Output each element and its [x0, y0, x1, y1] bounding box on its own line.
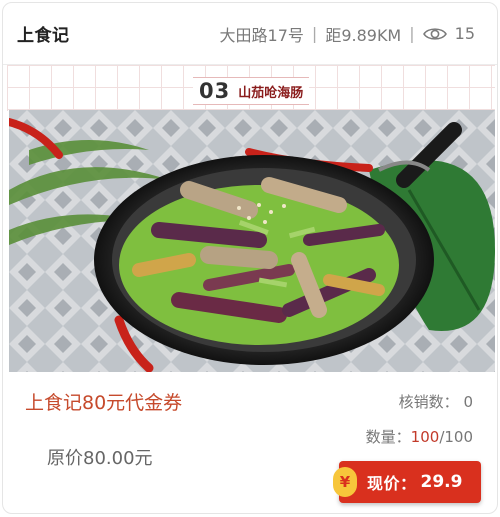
stock-count: 数量：100/100: [366, 426, 473, 447]
dish-caption: 03 山茄呛海肠: [193, 77, 310, 105]
card-header: 上食记 大田路17号 | 距9.89KM | 15: [3, 3, 497, 65]
coupon-card[interactable]: 上食记 大田路17号 | 距9.89KM | 15 03 山茄呛海肠 上食记80…: [2, 2, 498, 514]
current-price-label: 现价：: [367, 474, 417, 493]
shop-address: 大田路17号: [219, 25, 304, 45]
verified-label: 核销数：: [398, 393, 459, 411]
stock-total: /100: [439, 428, 473, 446]
shop-distance: 距9.89KM: [325, 25, 402, 45]
current-price-value: 29.9: [420, 472, 463, 492]
buy-button[interactable]: ¥ 现价： 29.9: [333, 461, 481, 503]
caption-dish-name: 山茄呛海肠: [238, 85, 304, 101]
verified-value: 0: [463, 393, 473, 411]
shop-meta: 大田路17号 | 距9.89KM | 15: [220, 22, 475, 46]
dish-photo[interactable]: [9, 110, 495, 372]
stock-remaining: 100: [410, 428, 440, 446]
original-price: 原价80.00元: [47, 448, 153, 469]
meta-separator: |: [311, 24, 318, 43]
eye-icon: [422, 26, 447, 42]
yuan-icon: ¥: [333, 467, 357, 497]
shop-name[interactable]: 上食记: [17, 21, 70, 46]
view-count: 15: [454, 24, 475, 43]
caption-number: 03: [199, 79, 231, 103]
meta-separator: |: [409, 24, 415, 43]
stock-label: 数量：: [365, 428, 411, 446]
coupon-title[interactable]: 上食记80元代金券: [25, 388, 182, 415]
verified-count: 核销数： 0: [399, 391, 473, 412]
